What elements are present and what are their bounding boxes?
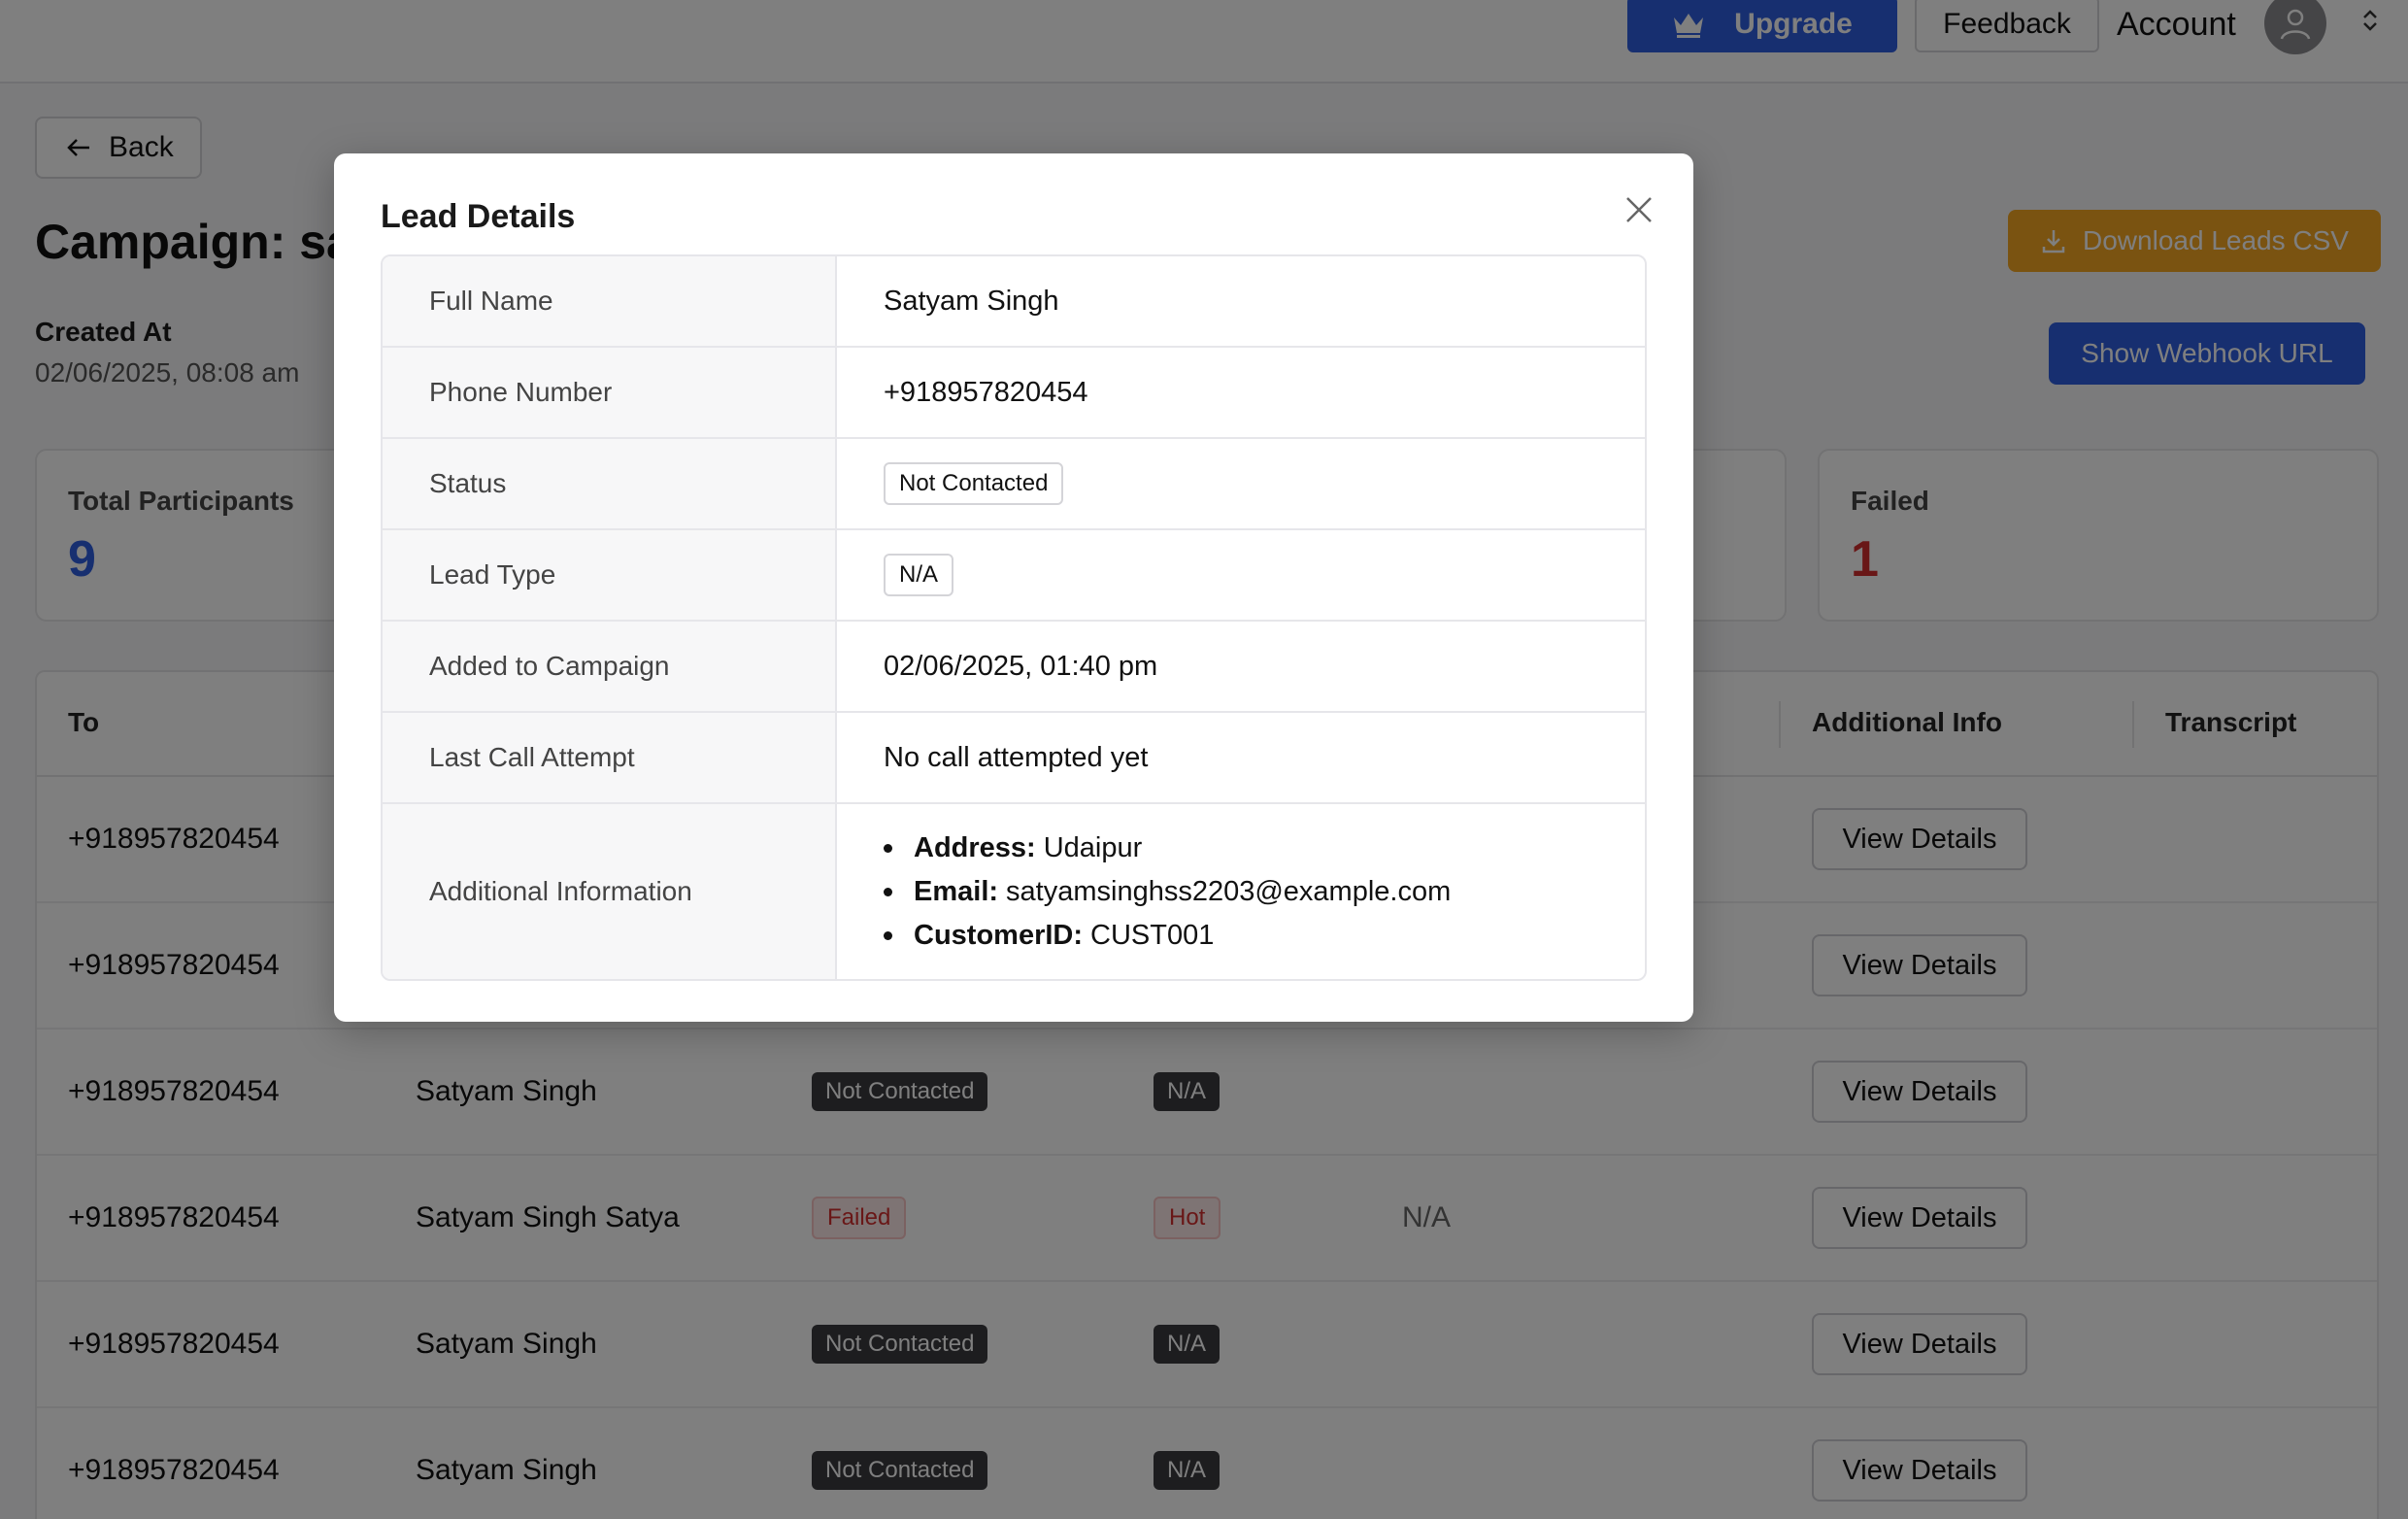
info-key: CustomerID: xyxy=(914,919,1084,951)
list-item: Address: Udaipur xyxy=(884,832,1451,864)
detail-row-phone: Phone Number +918957820454 xyxy=(383,348,1645,439)
detail-label: Added to Campaign xyxy=(383,622,837,711)
detail-value: 02/06/2025, 01:40 pm xyxy=(884,650,1158,682)
detail-label: Additional Information xyxy=(383,804,837,979)
detail-row-added: Added to Campaign 02/06/2025, 01:40 pm xyxy=(383,622,1645,713)
detail-label: Phone Number xyxy=(383,348,837,437)
detail-value: No call attempted yet xyxy=(884,741,1149,773)
list-item: Email: satyamsinghss2203@example.com xyxy=(884,876,1451,908)
modal-title: Lead Details xyxy=(381,198,576,235)
detail-row-status: Status Not Contacted xyxy=(383,439,1645,530)
info-key: Email: xyxy=(914,875,999,907)
info-value: satyamsinghss2203@example.com xyxy=(1006,875,1452,907)
detail-value: +918957820454 xyxy=(884,376,1088,408)
list-item: CustomerID: CUST001 xyxy=(884,920,1451,952)
detail-label: Status xyxy=(383,439,837,528)
lead-details-modal: Lead Details Full Name Satyam Singh Phon… xyxy=(334,153,1693,1022)
detail-row-lead-type: Lead Type N/A xyxy=(383,530,1645,622)
info-value: CUST001 xyxy=(1090,919,1215,951)
detail-label: Lead Type xyxy=(383,530,837,620)
detail-row-additional-info: Additional Information Address: Udaipur E… xyxy=(383,804,1645,979)
detail-label: Last Call Attempt xyxy=(383,713,837,802)
lead-type-badge: N/A xyxy=(884,554,954,596)
status-badge: Not Contacted xyxy=(884,462,1064,505)
detail-value: Satyam Singh xyxy=(884,285,1059,317)
detail-row-full-name: Full Name Satyam Singh xyxy=(383,256,1645,348)
detail-row-last-call: Last Call Attempt No call attempted yet xyxy=(383,713,1645,804)
info-key: Address: xyxy=(914,831,1036,863)
additional-info-list: Address: Udaipur Email: satyamsinghss2203@… xyxy=(884,832,1451,952)
detail-label: Full Name xyxy=(383,256,837,346)
close-icon[interactable] xyxy=(1620,190,1658,229)
lead-details-table: Full Name Satyam Singh Phone Number +918… xyxy=(381,254,1647,981)
info-value: Udaipur xyxy=(1043,831,1143,863)
